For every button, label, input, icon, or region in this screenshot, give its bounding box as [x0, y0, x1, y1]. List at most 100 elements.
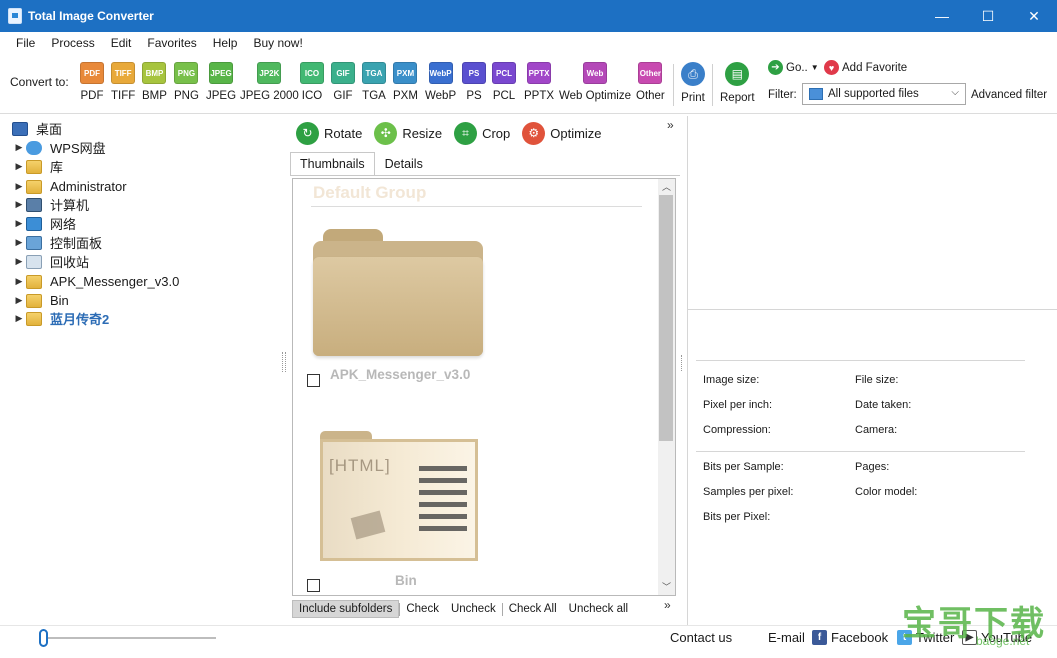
item-checkbox[interactable]	[307, 374, 320, 387]
add-favorite-button[interactable]: ♥ Add Favorite	[824, 60, 907, 75]
other-formats-button[interactable]: Other Other	[636, 62, 665, 102]
menu-buy-now[interactable]: Buy now!	[245, 36, 310, 50]
pcl-format-icon: PCL	[492, 62, 516, 84]
panel-splitter[interactable]	[681, 355, 684, 371]
convert-tiff-button[interactable]: TIFF TIFF	[111, 62, 135, 102]
menu-help[interactable]: Help	[205, 36, 246, 50]
convert-ico-button[interactable]: ICO ICO	[300, 62, 324, 102]
expand-arrow-icon[interactable]: ▶	[12, 276, 26, 287]
resize-button[interactable]: ✣ Resize	[374, 121, 442, 145]
folder-thumbnail-icon[interactable]	[313, 229, 483, 356]
tree-item-network[interactable]: ▶ 网络	[12, 214, 76, 233]
tab-details[interactable]: Details	[375, 152, 433, 176]
tree-item-apk-messenger[interactable]: ▶ APK_Messenger_v3.0	[12, 272, 180, 291]
rotate-label: Rotate	[324, 125, 363, 141]
item-checkbox[interactable]	[307, 579, 320, 592]
convert-ps-button[interactable]: PS PS	[462, 62, 486, 102]
expand-arrow-icon[interactable]: ▶	[12, 181, 26, 192]
vertical-scrollbar[interactable]: ︿ ﹀	[658, 179, 675, 595]
tree-item-recycle-bin[interactable]: ▶ 回收站	[12, 252, 89, 271]
convert-pdf-button[interactable]: PDF PDF	[80, 62, 104, 102]
format-label: Other	[636, 90, 665, 102]
tree-item-lanyue[interactable]: ▶ 蓝月传奇2	[12, 309, 109, 328]
expand-arrow-icon[interactable]: ▶	[12, 161, 26, 172]
tree-item-label: 桌面	[36, 122, 63, 137]
menu-file[interactable]: File	[8, 36, 43, 50]
folder-icon	[26, 274, 42, 289]
convert-pptx-button[interactable]: PPTX PPTX	[524, 62, 554, 102]
include-subfolders-toggle[interactable]: Include subfolders	[292, 600, 400, 618]
convert-webp-button[interactable]: WebP WebP	[425, 62, 456, 102]
expand-arrow-icon[interactable]: ▶	[12, 142, 26, 153]
convert-bmp-button[interactable]: BMP BMP	[142, 62, 167, 102]
watermark-url: baoge.net	[976, 634, 1030, 648]
thumbnail-size-slider[interactable]	[39, 629, 48, 647]
expand-arrow-icon[interactable]: ▶	[12, 256, 26, 267]
report-label: Report	[720, 92, 755, 104]
check-all-button[interactable]: Check All	[503, 600, 563, 618]
contact-us-link[interactable]: Contact us	[670, 630, 732, 645]
expand-arrow-icon[interactable]: ▶	[12, 237, 26, 248]
crop-button[interactable]: ⌗ Crop	[454, 121, 510, 145]
expand-arrow-icon[interactable]: ▶	[12, 199, 26, 210]
close-button[interactable]: ✕	[1011, 0, 1057, 32]
check-button[interactable]: Check	[400, 600, 445, 618]
advanced-filter-link[interactable]: Advanced filter	[971, 89, 1047, 101]
resize-icon: ✣	[374, 121, 398, 145]
ppi-label: Pixel per inch:	[703, 399, 773, 411]
maximize-button[interactable]: ☐	[965, 0, 1011, 32]
info-divider	[696, 451, 1025, 452]
group-title: Default Group	[313, 183, 427, 202]
convert-jpeg-button[interactable]: JPEG JPEG	[206, 62, 236, 102]
scrollbar-thumb[interactable]	[659, 195, 673, 441]
uncheck-button[interactable]: Uncheck	[445, 600, 502, 618]
tree-item-computer[interactable]: ▶ 计算机	[12, 195, 89, 214]
go-button[interactable]: ➔ Go.. ▼	[768, 60, 819, 75]
convert-tga-button[interactable]: TGA TGA	[362, 62, 386, 102]
facebook-label: Facebook	[831, 630, 889, 645]
facebook-link[interactable]: f Facebook	[812, 630, 888, 645]
rotate-button[interactable]: ↻ Rotate	[296, 121, 363, 145]
add-favorite-label: Add Favorite	[842, 61, 908, 74]
minimize-button[interactable]: —	[919, 0, 965, 32]
tree-item-library[interactable]: ▶ 库	[12, 157, 63, 176]
print-button[interactable]: ⎙ Print	[681, 62, 705, 104]
tree-item-control-panel[interactable]: ▶ 控制面板	[12, 233, 102, 252]
scroll-down-icon[interactable]: ﹀	[658, 579, 675, 595]
go-label: Go..	[786, 61, 808, 74]
tree-item-wps-cloud[interactable]: ▶ WPS网盘	[12, 138, 106, 157]
expand-arrow-icon[interactable]: ▶	[12, 295, 26, 306]
email-link[interactable]: E-mail	[768, 630, 805, 645]
more-selection-button[interactable]: »	[664, 598, 671, 612]
filter-value: All supported files	[828, 88, 919, 100]
document-folder-thumbnail-icon[interactable]: [HTML]	[320, 431, 478, 561]
convert-gif-button[interactable]: GIF GIF	[331, 62, 355, 102]
library-icon	[26, 159, 42, 174]
tree-item-bin[interactable]: ▶ Bin	[12, 291, 69, 310]
filter-dropdown[interactable]: All supported files ⌵	[802, 83, 966, 105]
folder-tree: 桌面 ▶ WPS网盘 ▶ 库 ▶ Administrator ▶ 计算机 ▶ 网…	[0, 115, 280, 625]
convert-png-button[interactable]: PNG PNG	[174, 62, 199, 102]
scroll-up-icon[interactable]: ︿	[658, 179, 675, 195]
menu-process[interactable]: Process	[43, 36, 102, 50]
cloud-icon	[26, 140, 42, 155]
tree-item-administrator[interactable]: ▶ Administrator	[12, 177, 127, 196]
uncheck-all-button[interactable]: Uncheck all	[563, 600, 634, 618]
tab-thumbnails[interactable]: Thumbnails	[290, 152, 375, 176]
tree-item-label: 蓝月传奇2	[50, 312, 110, 327]
tree-item-desktop[interactable]: 桌面	[12, 119, 62, 138]
thumbnail-size-slider-track[interactable]	[44, 637, 216, 639]
optimize-button[interactable]: ⚙ Optimize	[522, 121, 602, 145]
report-button[interactable]: ▤ Report	[720, 62, 755, 104]
convert-jpeg2000-button[interactable]: JP2K JPEG 2000	[240, 62, 299, 102]
more-actions-button[interactable]: »	[667, 118, 674, 132]
convert-pcl-button[interactable]: PCL PCL	[492, 62, 516, 102]
panel-splitter[interactable]	[282, 352, 286, 372]
toolbar-separator	[712, 64, 713, 106]
web-optimize-button[interactable]: Web Web Optimize	[559, 62, 631, 102]
convert-pxm-button[interactable]: PXM PXM	[393, 62, 418, 102]
expand-arrow-icon[interactable]: ▶	[12, 218, 26, 229]
menu-edit[interactable]: Edit	[103, 36, 140, 50]
menu-favorites[interactable]: Favorites	[139, 36, 204, 50]
expand-arrow-icon[interactable]: ▶	[12, 313, 26, 324]
